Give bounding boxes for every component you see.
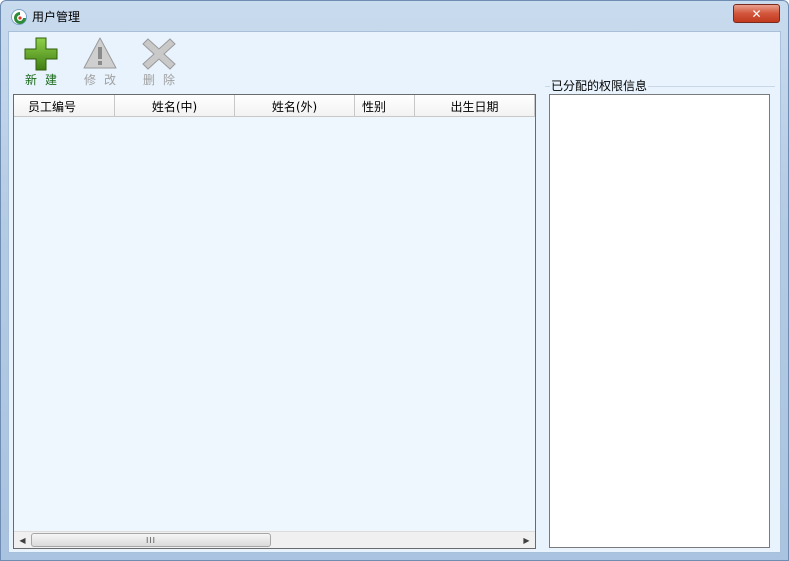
title-bar[interactable]: 用户管理 ✕: [1, 1, 788, 31]
x-icon: [141, 36, 177, 72]
new-button[interactable]: 新建: [17, 34, 66, 87]
app-swirl-icon: [11, 9, 27, 25]
scroll-left-arrow-icon[interactable]: ◀: [14, 532, 31, 549]
column-header-birth-date[interactable]: 出生日期: [415, 95, 535, 117]
horizontal-scrollbar[interactable]: ◀ III ▶: [14, 531, 535, 548]
column-header-name-foreign[interactable]: 姓名(外): [235, 95, 355, 117]
delete-button-label: 删除: [143, 73, 184, 87]
column-header-gender[interactable]: 性别: [355, 95, 415, 117]
table-header: 员工编号 姓名(中) 姓名(外) 性别 出生日期: [14, 95, 535, 117]
column-header-name-cn[interactable]: 姓名(中): [115, 95, 235, 117]
delete-button[interactable]: 删除: [135, 34, 184, 87]
user-management-window: 用户管理 ✕ 新建 修改 删除 员工编号 姓名(中) 姓名(外) 性别 出生日期…: [0, 0, 789, 561]
column-header-employee-id[interactable]: 员工编号: [14, 95, 115, 117]
window-title: 用户管理: [32, 10, 81, 24]
scroll-right-arrow-icon[interactable]: ▶: [518, 532, 535, 549]
scroll-thumb[interactable]: III: [31, 533, 271, 547]
user-table[interactable]: 员工编号 姓名(中) 姓名(外) 性别 出生日期 ◀ III ▶: [13, 94, 536, 549]
warning-icon: [82, 36, 118, 72]
toolbar: 新建 修改 删除: [9, 32, 782, 88]
close-button[interactable]: ✕: [733, 4, 780, 23]
edit-button-label: 修改: [84, 73, 125, 87]
plus-icon: [23, 36, 59, 72]
client-area: 新建 修改 删除 员工编号 姓名(中) 姓名(外) 性别 出生日期 ◀ III …: [8, 31, 781, 553]
new-button-label: 新建: [25, 73, 66, 87]
permissions-list[interactable]: [549, 94, 770, 548]
edit-button[interactable]: 修改: [76, 34, 125, 87]
permissions-label: 已分配的权限信息: [550, 77, 649, 94]
